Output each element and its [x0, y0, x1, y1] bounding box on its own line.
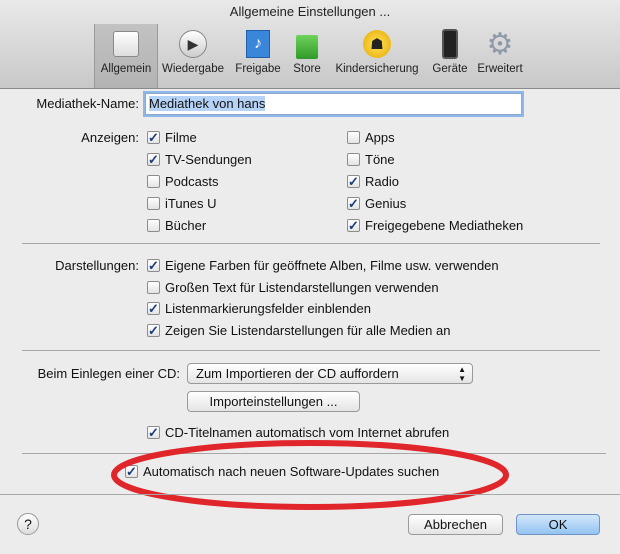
option-checkbox[interactable]: ✓ Filme — [147, 130, 197, 145]
checkbox[interactable] — [147, 175, 160, 188]
option-checkbox[interactable]: ✓ Genius — [347, 196, 406, 211]
option-checkbox[interactable]: iTunes U — [147, 196, 217, 211]
checkbox-label: Eigene Farben für geöffnete Alben, Filme… — [165, 258, 499, 273]
library-name-value: Mediathek von hans — [149, 96, 266, 111]
gear-icon: ⚙ — [486, 27, 514, 61]
shared-music-icon: ♪ — [242, 28, 274, 60]
option-checkbox[interactable]: ✓ Freigegebene Mediatheken — [347, 218, 523, 233]
views-label: Darstellungen: — [55, 258, 139, 273]
option-checkbox[interactable]: Bücher — [147, 218, 206, 233]
checkbox-label: Bücher — [165, 218, 207, 233]
library-name-label: Mediathek-Name: — [36, 96, 139, 111]
tab-label: Store — [293, 63, 321, 75]
tab-label: Freigabe — [235, 63, 281, 75]
checkbox[interactable] — [347, 153, 360, 166]
checkbox[interactable]: ✓ — [147, 131, 160, 144]
help-button[interactable]: ? — [17, 513, 39, 535]
window-title: Allgemeine Einstellungen ... — [229, 4, 391, 19]
checkbox[interactable]: ✓ — [147, 302, 160, 316]
checkbox[interactable]: ✓ — [347, 197, 360, 210]
cd-label: Beim Einlegen einer CD: — [37, 366, 180, 381]
red-ellipse-annotation — [111, 440, 509, 510]
option-checkbox[interactable]: Podcasts — [147, 174, 218, 189]
tab-allgemein[interactable]: Allgemein — [94, 24, 158, 88]
checkbox-label: Großen Text für Listendarstellungen verw… — [165, 279, 439, 295]
option-checkbox[interactable]: ✓ Radio — [347, 174, 399, 189]
checkbox-label: Listenmarkierungsfelder einblenden — [165, 301, 371, 317]
tab-kindersicherung[interactable]: ☗ Kindersicherung — [332, 24, 422, 88]
separator — [0, 494, 620, 495]
checkbox[interactable]: ✓ — [147, 259, 160, 272]
checkbox-label: Filme — [165, 130, 197, 145]
option-checkbox[interactable]: Töne — [347, 152, 395, 167]
shopping-bag-icon — [291, 28, 323, 60]
checkbox-label: Genius — [365, 196, 407, 211]
checkbox[interactable] — [347, 131, 360, 144]
checkbox-label: Töne — [365, 152, 395, 167]
option-checkbox[interactable]: ✓ Eigene Farben für geöffnete Alben, Film… — [147, 258, 499, 273]
checkbox-label: TV-Sendungen — [165, 152, 252, 167]
import-settings-button[interactable]: Importeinstellungen ... — [187, 391, 360, 412]
tab-label: Allgemein — [100, 63, 152, 75]
checkbox[interactable] — [147, 280, 160, 294]
library-name-input[interactable]: Mediathek von hans — [145, 93, 522, 115]
cd-action-value: Zum Importieren der CD auffordern — [196, 366, 399, 381]
parental-control-icon: ☗ — [361, 28, 393, 60]
checkbox-label: Zeigen Sie Listendarstellungen für alle … — [165, 323, 451, 339]
tab-wiedergabe[interactable]: ▶ Wiedergabe — [160, 24, 226, 88]
checkbox-label: Radio — [365, 174, 399, 189]
iphone-icon — [434, 28, 466, 60]
tab-geraete[interactable]: Geräte — [432, 24, 468, 88]
switch-icon — [110, 28, 142, 60]
tab-label: Erweitert — [477, 63, 523, 75]
stepper-arrows-icon: ▲ ▼ — [458, 365, 466, 383]
tab-label: Wiedergabe — [161, 63, 224, 75]
checkbox[interactable]: ✓ — [347, 219, 360, 232]
checkbox-label: Freigegebene Mediatheken — [365, 218, 524, 233]
show-label: Anzeigen: — [81, 130, 139, 145]
tab-erweitert[interactable]: ⚙ Erweitert — [474, 24, 526, 88]
checkbox[interactable] — [147, 219, 160, 232]
option-checkbox[interactable]: ✓ Zeigen Sie Listendarstellungen für alle… — [147, 323, 450, 338]
play-icon: ▶ — [177, 28, 209, 60]
tab-freigabe[interactable]: ♪ Freigabe — [230, 24, 286, 88]
option-checkbox[interactable]: Apps — [347, 130, 395, 145]
checkbox[interactable]: ✓ — [147, 153, 160, 166]
option-checkbox[interactable]: ✓ TV-Sendungen — [147, 152, 252, 167]
cancel-button[interactable]: Abbrechen — [408, 514, 503, 535]
separator — [22, 243, 600, 244]
tab-label: Kindersicherung — [335, 63, 419, 75]
ok-button[interactable]: OK — [516, 514, 600, 535]
checkbox[interactable]: ✓ — [347, 175, 360, 188]
checkbox-label: Podcasts — [165, 174, 219, 189]
tab-label: Geräte — [432, 63, 468, 75]
tab-store[interactable]: Store — [288, 24, 326, 88]
separator — [22, 350, 600, 351]
option-checkbox[interactable]: Großen Text für Listendarstellungen verw… — [147, 280, 439, 295]
checkbox[interactable]: ✓ — [147, 324, 160, 338]
checkbox-label: iTunes U — [165, 196, 217, 211]
checkbox[interactable] — [147, 197, 160, 210]
checkbox-label: Apps — [365, 130, 395, 145]
option-checkbox[interactable]: ✓ Listenmarkierungsfelder einblenden — [147, 301, 371, 316]
cd-action-select[interactable]: Zum Importieren der CD auffordern ▲ ▼ — [187, 363, 473, 384]
